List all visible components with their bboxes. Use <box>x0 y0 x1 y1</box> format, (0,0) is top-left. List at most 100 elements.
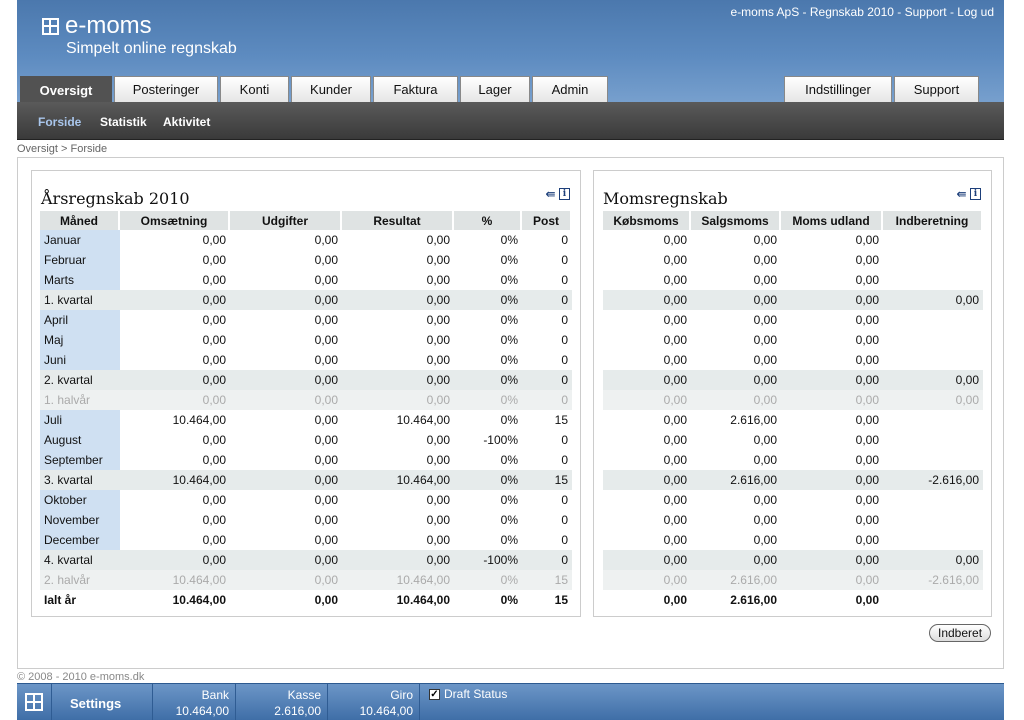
subnav-aktivitet[interactable]: Aktivitet <box>163 115 210 129</box>
month-cell[interactable]: August <box>40 430 120 450</box>
value-cell: 0,00 <box>120 390 230 410</box>
table-row: 0,00 0,00 0,00 <box>603 250 983 270</box>
column-header: Udgifter <box>230 211 342 230</box>
value-cell: 0,00 <box>314 593 338 607</box>
tab-support[interactable]: Support <box>894 76 979 102</box>
info-icon[interactable]: i <box>559 188 570 200</box>
tab-admin[interactable]: Admin <box>532 76 608 102</box>
tab-posteringer[interactable]: Posteringer <box>114 76 218 102</box>
value-cell <box>883 510 983 530</box>
month-cell: Ialt år <box>44 593 77 607</box>
value-cell: 0,00 <box>314 413 338 427</box>
month-cell[interactable]: Oktober <box>40 490 120 510</box>
value-cell: 0,00 <box>426 453 450 467</box>
value-cell: 0,00 <box>202 273 226 287</box>
value-cell: 2.616,00 <box>691 570 781 590</box>
export-icon[interactable]: ⇚ <box>545 188 556 200</box>
month-cell[interactable]: September <box>40 450 120 470</box>
value-cell: 0% <box>500 253 518 267</box>
value-cell: 0,00 <box>753 453 777 467</box>
table-row: April 0,00 0,00 0,00 0% 0 <box>40 310 572 330</box>
value-cell: 15 <box>522 570 572 590</box>
tab-konti[interactable]: Konti <box>220 76 289 102</box>
indberet-button[interactable]: Indberet <box>929 624 992 642</box>
value-cell: 0,00 <box>202 333 226 347</box>
app-grid-icon[interactable] <box>25 693 43 711</box>
value-cell: 0,00 <box>663 533 687 547</box>
column-header: Post <box>522 211 572 230</box>
aarsregnskab-table: Måned Omsætning Udgifter Resultat% Post Janu… <box>40 211 572 610</box>
tab-faktura[interactable]: Faktura <box>373 76 458 102</box>
value-cell: 0 <box>522 550 572 570</box>
value-cell: 0,00 <box>603 290 691 310</box>
tab-kunder[interactable]: Kunder <box>291 76 371 102</box>
value-cell: 0,00 <box>202 433 226 447</box>
value-cell: 0,00 <box>753 353 777 367</box>
value-cell: 0,00 <box>753 233 777 247</box>
month-cell[interactable]: April <box>40 310 120 330</box>
value-cell: 0,00 <box>230 290 342 310</box>
table-row: August 0,00 0,00 0,00 -100% 0 <box>40 430 572 450</box>
tab-oversigt[interactable]: Oversigt <box>20 76 112 103</box>
month-cell[interactable]: November <box>40 510 120 530</box>
value-cell: 0,00 <box>314 313 338 327</box>
subnav-statistik[interactable]: Statistik <box>100 115 147 129</box>
month-cell[interactable]: December <box>40 530 120 550</box>
value-cell: 0,00 <box>202 453 226 467</box>
table-row: 0,00 0,00 0,00 <box>603 310 983 330</box>
value-cell: 0% <box>500 593 518 607</box>
table-row: 0,00 2.616,00 0,00 -2.616,00 <box>603 570 983 590</box>
value-cell: -2.616,00 <box>883 470 983 490</box>
value-cell: 0,00 <box>426 533 450 547</box>
top-links[interactable]: e-moms ApS - Regnskab 2010 - Support - L… <box>731 5 994 19</box>
value-cell: 0,00 <box>230 370 342 390</box>
value-cell: 0,00 <box>663 273 687 287</box>
value-cell: 0,00 <box>781 370 883 390</box>
value-cell: 0 <box>561 253 568 267</box>
value-cell: -100% <box>483 433 518 447</box>
draft-status-checkbox[interactable]: ✓ <box>429 688 440 700</box>
value-cell: 2.616,00 <box>691 470 781 490</box>
value-cell: 0,00 <box>883 550 983 570</box>
account-bank: Bank 10.464,00 <box>167 687 229 719</box>
month-cell[interactable]: Marts <box>40 270 120 290</box>
value-cell: 0 <box>561 313 568 327</box>
value-cell: 0 <box>561 533 568 547</box>
value-cell <box>883 330 983 350</box>
table-row: 2. kvartal 0,00 0,00 0,00 0% 0 <box>40 370 572 390</box>
subnav-forside[interactable]: Forside <box>38 115 81 129</box>
value-cell: 0,00 <box>603 370 691 390</box>
value-cell: 0,00 <box>781 570 883 590</box>
value-cell: 0,00 <box>603 470 691 490</box>
account-name: Giro <box>390 688 413 702</box>
value-cell: 0 <box>522 290 572 310</box>
value-cell <box>883 530 983 550</box>
value-cell: 0,00 <box>663 593 687 607</box>
tab-lager[interactable]: Lager <box>460 76 530 102</box>
value-cell: 10.464,00 <box>342 570 454 590</box>
month-cell[interactable]: Februar <box>40 250 120 270</box>
export-icon[interactable]: ⇚ <box>956 188 967 200</box>
value-cell: 10.464,00 <box>172 413 226 427</box>
value-cell: 0,00 <box>314 253 338 267</box>
month-cell[interactable]: Juli <box>40 410 120 430</box>
value-cell: 0,00 <box>663 313 687 327</box>
value-cell: 0,00 <box>314 513 338 527</box>
value-cell: 0,00 <box>342 370 454 390</box>
settings-button[interactable]: Settings <box>70 696 121 711</box>
month-cell[interactable]: Juni <box>40 350 120 370</box>
tab-indstillinger[interactable]: Indstillinger <box>784 76 892 102</box>
value-cell: 0,00 <box>855 353 879 367</box>
info-icon[interactable]: i <box>970 188 981 200</box>
month-cell[interactable]: Januar <box>40 230 120 250</box>
value-cell: 0% <box>500 533 518 547</box>
draft-status[interactable]: ✓ Draft Status <box>429 687 507 701</box>
table-row: Juni 0,00 0,00 0,00 0% 0 <box>40 350 572 370</box>
value-cell: 0,00 <box>753 533 777 547</box>
account-name: Bank <box>201 688 229 702</box>
month-cell[interactable]: Maj <box>40 330 120 350</box>
app-logo[interactable]: e-moms <box>42 12 152 40</box>
value-cell: 0,00 <box>883 290 983 310</box>
table-row: 0,00 0,00 0,00 <box>603 330 983 350</box>
value-cell: 15 <box>554 413 568 427</box>
